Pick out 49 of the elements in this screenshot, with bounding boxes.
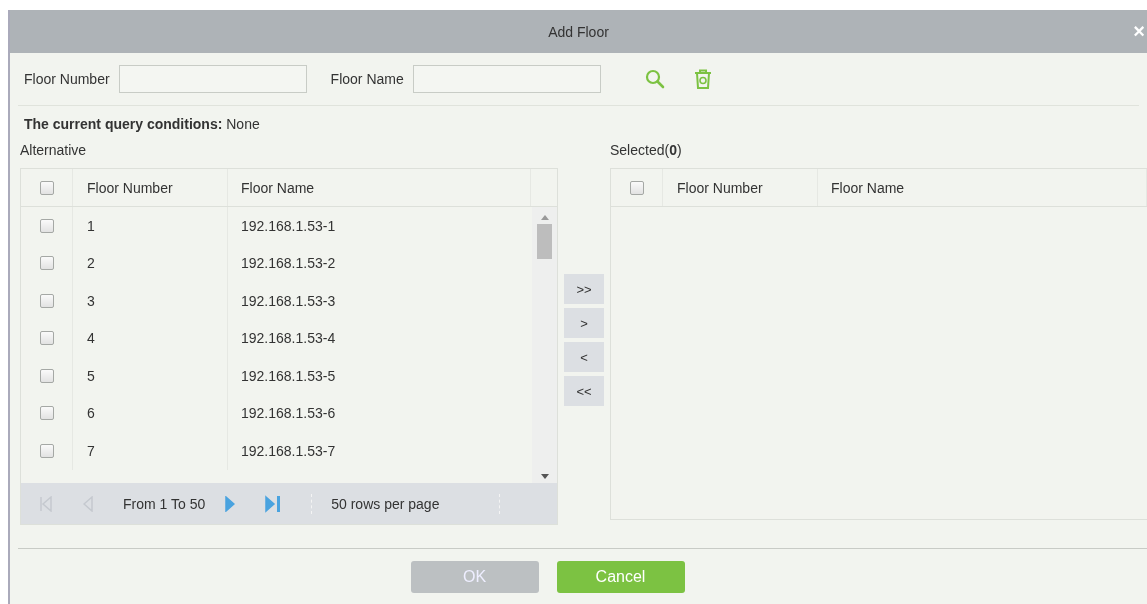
column-header[interactable]: Floor Number (663, 169, 818, 206)
checkbox[interactable] (39, 368, 54, 383)
field-label: Floor Number (24, 71, 110, 87)
table-cell: 4 (73, 319, 228, 357)
search-icon[interactable] (644, 69, 665, 89)
transfer-button[interactable]: << (564, 376, 604, 406)
checkbox[interactable] (39, 331, 54, 346)
next-page-icon[interactable] (225, 495, 236, 512)
checkbox[interactable] (39, 218, 54, 233)
table-cell-text: 192.168.1.53-3 (240, 291, 337, 311)
panel-title: Alternative (20, 141, 88, 160)
scrollbar[interactable] (532, 207, 557, 483)
table-cell: 3 (73, 282, 228, 320)
transfer-button[interactable]: >> (564, 274, 604, 304)
panel-title: Selected(0) (610, 141, 683, 160)
window-title: Add Floor (548, 23, 609, 40)
scroll-up-icon[interactable] (540, 215, 549, 220)
trash-icon[interactable] (692, 68, 713, 90)
checkbox[interactable] (39, 180, 54, 195)
checkbox[interactable] (39, 443, 54, 458)
search-field[interactable] (412, 65, 601, 93)
table-cell-text: 192.168.1.53-5 (240, 366, 337, 386)
transfer-button[interactable]: < (564, 342, 604, 372)
search-field[interactable] (118, 65, 307, 93)
scroll-down-icon[interactable] (540, 474, 549, 479)
rows-per-page[interactable]: 50 rows per page (331, 495, 440, 512)
table-cell-text: 192.168.1.53-6 (240, 404, 337, 424)
checkbox[interactable] (39, 293, 54, 308)
column-header[interactable]: Floor Name (228, 169, 530, 206)
column-header[interactable]: Floor Number (73, 169, 228, 206)
table-cell: 5 (73, 357, 228, 395)
table-cell: 1 (73, 207, 228, 245)
scrollbar-thumb[interactable] (537, 224, 552, 259)
field-label: Floor Name (330, 71, 404, 87)
query-conditions: The current query conditions: None (23, 115, 261, 134)
table-cell: 6 (73, 394, 228, 432)
table-cell: 7 (73, 432, 228, 470)
table-cell-text: 192.168.1.53-1 (240, 216, 337, 236)
table-cell-text: 192.168.1.53-2 (240, 254, 337, 274)
table-cell-text: 192.168.1.53-7 (240, 441, 337, 461)
table-cell: 2 (73, 244, 228, 282)
checkbox[interactable] (629, 180, 644, 195)
table-cell-text: 192.168.1.53-4 (240, 329, 337, 349)
page-range: From 1 To 50 (123, 495, 206, 512)
checkbox[interactable] (39, 406, 54, 421)
column-header[interactable]: Floor Name (818, 169, 1147, 206)
last-page-icon[interactable] (265, 494, 282, 513)
transfer-button[interactable]: > (564, 308, 604, 338)
checkbox[interactable] (39, 256, 54, 271)
